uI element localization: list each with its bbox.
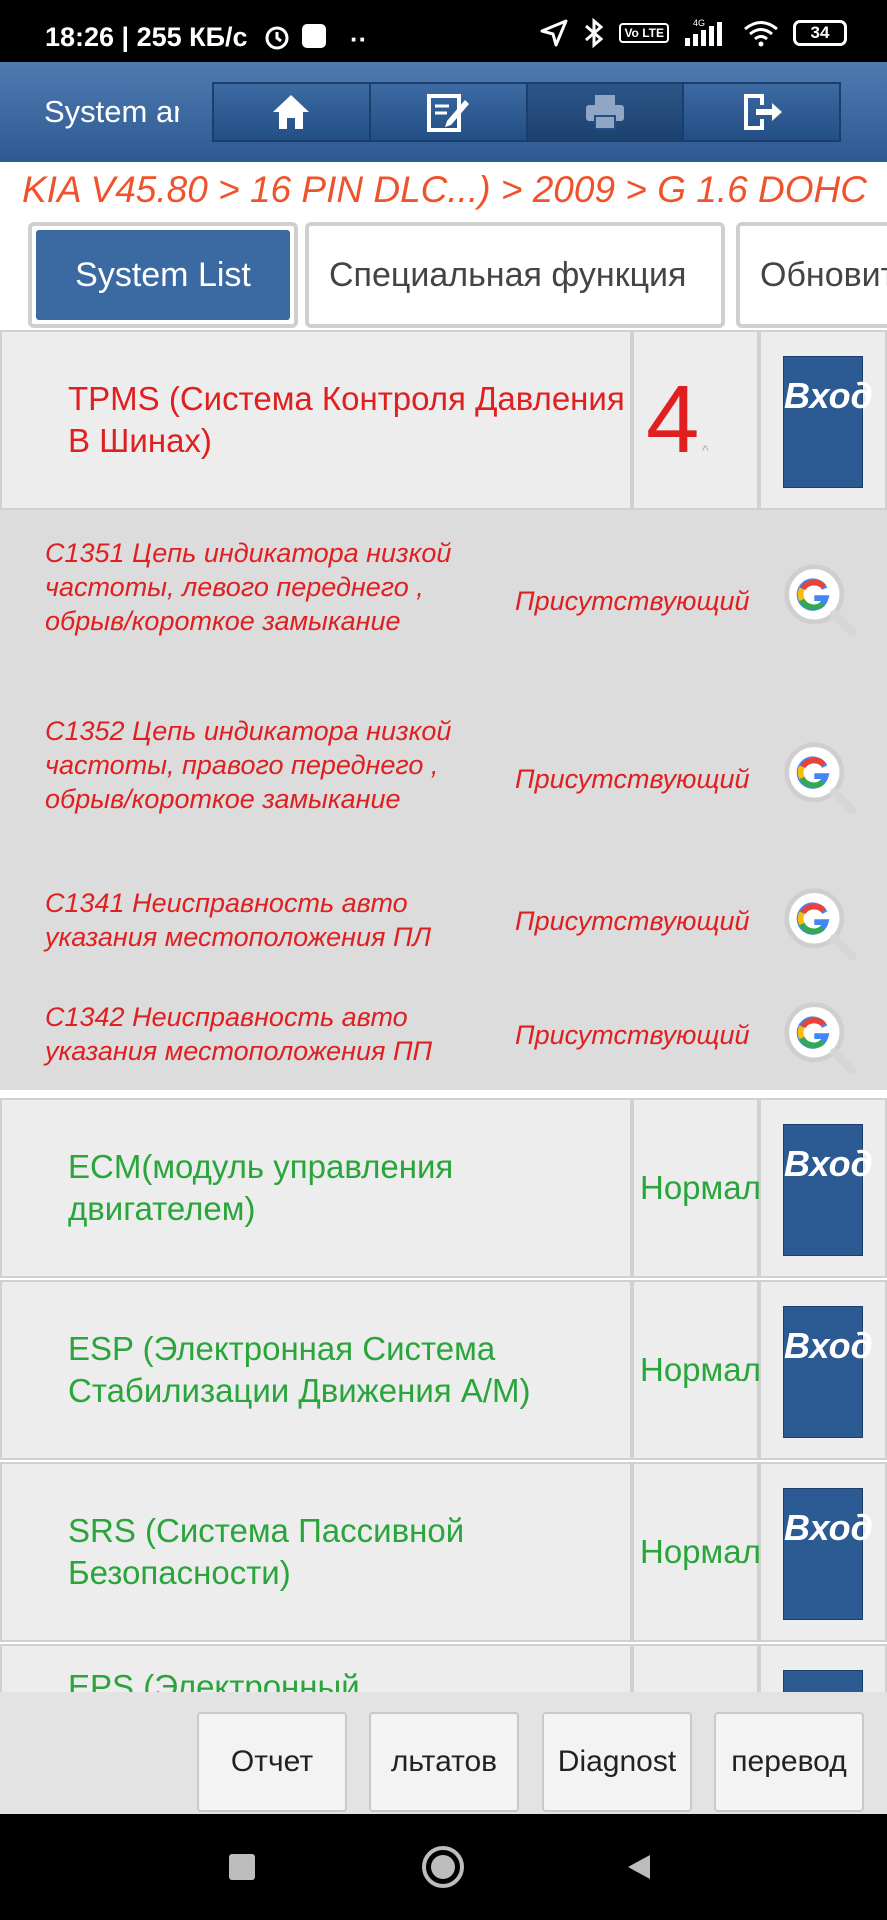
home-nav-icon[interactable] [420, 1844, 466, 1890]
dtc-item: C1341 Неисправность авто указания местоп… [0, 866, 887, 978]
system-row-ecm[interactable]: ECM(модуль управления двигателем) Нормал… [0, 1098, 887, 1278]
edit-button[interactable] [370, 84, 528, 140]
tab-label: Специальная функция [313, 230, 717, 320]
system-nav-bar [0, 1814, 887, 1920]
system-name: TPMS (Система Контроля Давления В Шинах) [68, 380, 625, 459]
exit-button[interactable] [684, 84, 839, 140]
system-row-esp[interactable]: ESP (Электронная Система Стабилизации Дв… [0, 1280, 887, 1460]
signal-icon: 4G [685, 18, 722, 46]
tab-special-function[interactable]: Специальная функция [305, 222, 725, 328]
page-title: System and [44, 94, 179, 129]
system-status: Нормально [640, 1351, 815, 1388]
notification-icon [302, 24, 326, 48]
system-row-tpms[interactable]: TPMS (Система Контроля Давления В Шинах)… [0, 330, 887, 510]
recents-icon[interactable] [229, 1854, 255, 1880]
tab-label: System List [36, 230, 290, 320]
alarm-icon [265, 26, 289, 50]
system-status: Нормально [640, 1169, 815, 1206]
tab-system-list[interactable]: System List [28, 222, 298, 328]
system-name: ESP (Электронная Система Стабилизации Дв… [68, 1330, 531, 1409]
volte-badge: Vo LTE [619, 23, 669, 43]
network-type: 4G [693, 18, 705, 28]
toolbar [212, 82, 841, 142]
dtc-status: Присутствующий [515, 906, 750, 936]
dtc-item: C1351 Цепь индикатора низкой частоты, ле… [0, 510, 887, 688]
dtc-list: C1351 Цепь индикатора низкой частоты, ле… [0, 510, 887, 1090]
status-time: 18:26 | 255 КБ/с [45, 22, 248, 52]
fault-count: 4 [646, 366, 700, 473]
enter-button[interactable]: Вход [783, 1488, 873, 1620]
bluetooth-icon [585, 18, 604, 48]
home-icon [273, 95, 310, 129]
tab-bar: System List Специальная функция Обновит [0, 218, 887, 330]
app-header: System and [0, 62, 887, 162]
tab-label: Обновит [744, 230, 887, 320]
enter-button[interactable]: Вход [783, 1124, 873, 1256]
tab-update[interactable]: Обновит [736, 222, 887, 328]
dtc-status: Присутствующий [515, 586, 750, 616]
dtc-description: C1341 Неисправность авто указания местоп… [45, 888, 432, 952]
system-name: SRS (Система Пассивной Безопасности) [68, 1512, 465, 1591]
google-search-icon[interactable] [782, 886, 858, 962]
edit-note-icon [427, 94, 470, 132]
breadcrumb: KIA V45.80 > 16 PIN DLC...) > 2009 > G 1… [0, 162, 887, 218]
translate-button[interactable]: перевод [714, 1712, 864, 1812]
dtc-description: C1352 Цепь индикатора низкой частоты, пр… [45, 716, 452, 814]
battery-indicator: 34 [793, 20, 847, 46]
diagnostics-button[interactable]: Diagnost [542, 1712, 692, 1812]
dtc-description: C1342 Неисправность авто указания местоп… [45, 1002, 433, 1066]
location-arrow-icon [540, 19, 568, 47]
home-button[interactable] [214, 84, 371, 140]
dtc-item: C1352 Цепь индикатора низкой частоты, пр… [0, 688, 887, 866]
print-icon [585, 95, 624, 130]
report-button[interactable]: Отчет [197, 1712, 347, 1812]
system-row-eps[interactable]: EPS (Электронный [0, 1644, 887, 1692]
status-bar: 18:26 | 255 КБ/с ·· Vo LTE 4G 34 [0, 0, 887, 62]
dtc-status: Присутствующий [515, 764, 750, 794]
back-icon[interactable] [624, 1852, 654, 1882]
system-name: EPS (Электронный [68, 1668, 360, 1692]
google-search-icon[interactable] [782, 562, 858, 638]
system-row-srs[interactable]: SRS (Система Пассивной Безопасности) Нор… [0, 1462, 887, 1642]
enter-button[interactable]: Вход [783, 1306, 873, 1438]
dtc-description: C1351 Цепь индикатора низкой частоты, ле… [45, 538, 452, 636]
enter-button[interactable] [783, 1670, 863, 1692]
chevron-up-icon[interactable]: ^ [702, 442, 709, 458]
dtc-item: C1342 Неисправность авто указания местоп… [0, 978, 887, 1090]
google-search-icon[interactable] [782, 740, 858, 816]
system-list: TPMS (Система Контроля Давления В Шинах)… [0, 330, 887, 1692]
wifi-icon [744, 21, 778, 47]
print-button[interactable] [527, 84, 685, 140]
more-dots-icon: ·· [350, 24, 368, 54]
exit-icon [743, 94, 782, 130]
dtc-status: Присутствующий [515, 1020, 750, 1050]
bottom-action-bar: Отчет льтатов Diagnost перевод [0, 1692, 887, 1814]
system-status: Нормально [640, 1533, 815, 1570]
system-name: ECM(модуль управления двигателем) [68, 1148, 454, 1227]
results-button[interactable]: льтатов [369, 1712, 519, 1812]
enter-button[interactable]: Вход [783, 356, 873, 488]
google-search-icon[interactable] [782, 1000, 858, 1076]
